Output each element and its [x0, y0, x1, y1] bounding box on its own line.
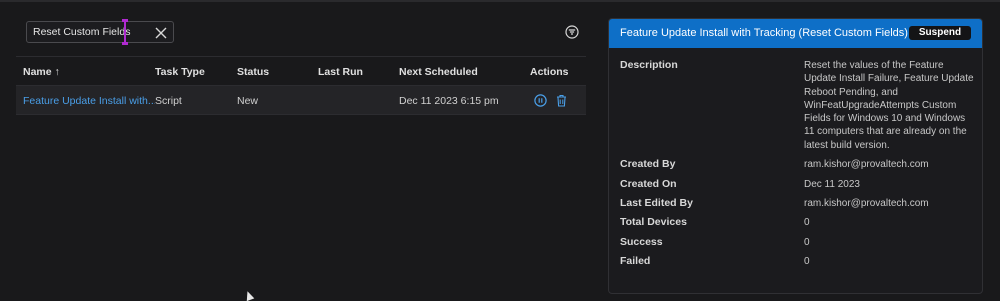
column-header-next-scheduled[interactable]: Next Scheduled [399, 66, 478, 78]
last-edited-by-value: ram.kishor@provaltech.com [804, 198, 929, 209]
task-type-cell: Script [155, 95, 182, 107]
column-header-task-type[interactable]: Task Type [155, 66, 205, 78]
close-icon[interactable] [153, 25, 169, 41]
created-by-label: Created By [620, 158, 676, 170]
search-input[interactable] [33, 24, 151, 40]
task-name-link[interactable]: Feature Update Install with... [23, 95, 155, 107]
next-scheduled-cell: Dec 11 2023 6:15 pm [399, 95, 499, 107]
filter-icon[interactable] [565, 25, 579, 39]
task-detail-panel: Feature Update Install with Tracking (Re… [608, 18, 983, 294]
pause-circle-icon[interactable] [534, 94, 547, 107]
trash-icon[interactable] [555, 94, 568, 107]
last-edited-by-label: Last Edited By [620, 197, 693, 209]
suspend-button[interactable]: Suspend [909, 26, 971, 40]
top-divider [0, 0, 1000, 2]
tasks-table: Name ↑ Task Type Status Last Run Next Sc… [16, 56, 586, 115]
success-value: 0 [804, 237, 810, 248]
column-header-actions: Actions [530, 66, 569, 78]
description-value: Reset the values of the Feature Update I… [804, 60, 974, 151]
column-header-status[interactable]: Status [237, 66, 269, 78]
panel-title: Feature Update Install with Tracking (Re… [620, 27, 908, 39]
column-header-name[interactable]: Name ↑ [23, 66, 60, 78]
total-devices-value: 0 [804, 217, 810, 228]
description-label: Description [620, 59, 678, 71]
total-devices-label: Total Devices [620, 216, 687, 228]
success-label: Success [620, 236, 663, 248]
failed-value: 0 [804, 256, 810, 267]
column-header-last-run[interactable]: Last Run [318, 66, 363, 78]
created-on-label: Created On [620, 178, 677, 190]
mouse-cursor-icon [243, 289, 255, 301]
created-on-value: Dec 11 2023 [804, 179, 860, 190]
failed-label: Failed [620, 255, 651, 267]
table-row[interactable]: Feature Update Install with... Script Ne… [16, 86, 586, 115]
created-by-value: ram.kishor@provaltech.com [804, 159, 929, 170]
table-header: Name ↑ Task Type Status Last Run Next Sc… [16, 56, 586, 86]
panel-header: Feature Update Install with Tracking (Re… [609, 19, 982, 48]
text-cursor [122, 19, 128, 45]
search-box[interactable] [26, 19, 174, 45]
status-cell: New [237, 95, 259, 107]
